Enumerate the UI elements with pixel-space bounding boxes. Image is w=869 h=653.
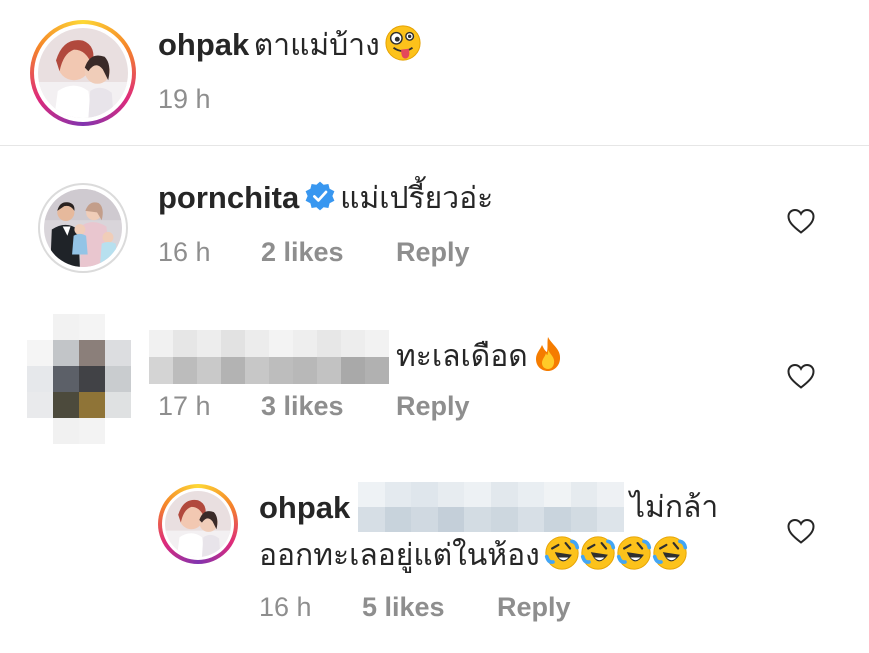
username-obscured[interactable] bbox=[149, 330, 389, 384]
timestamp: 17 h bbox=[158, 391, 211, 421]
comment-text: ทะเลเดือด bbox=[396, 340, 528, 374]
avatar-ohpak[interactable] bbox=[158, 484, 238, 564]
comment-text: ตาแม่บ้าง bbox=[253, 29, 380, 63]
reply-button[interactable]: Reply bbox=[396, 391, 470, 422]
comment-line: pornchita แม่เปรี้ยวอ่ะ bbox=[158, 178, 493, 228]
comment-text: ไม่กล้า bbox=[630, 491, 719, 524]
profile-photo bbox=[38, 28, 128, 118]
comment-line: ทะเลเดือด bbox=[396, 336, 564, 388]
reply-button[interactable]: Reply bbox=[396, 237, 470, 268]
like-heart-icon[interactable] bbox=[786, 207, 816, 235]
zany-face-emoji-icon bbox=[384, 24, 422, 78]
comment-meta: 16 h 5 likes Reply bbox=[259, 592, 571, 623]
username[interactable]: ohpak bbox=[259, 490, 350, 525]
avatar-ohpak[interactable] bbox=[30, 20, 136, 126]
profile-photo bbox=[44, 189, 122, 267]
avatar-pornchita[interactable] bbox=[38, 183, 128, 273]
comment-text: แม่เปรี้ยวอ่ะ bbox=[340, 182, 494, 215]
like-heart-icon[interactable] bbox=[786, 517, 816, 545]
profile-photo bbox=[165, 491, 231, 557]
username[interactable]: pornchita bbox=[158, 180, 299, 215]
comment-meta: 19 h bbox=[158, 84, 211, 115]
like-heart-icon[interactable] bbox=[786, 362, 816, 390]
timestamp: 19 h bbox=[158, 84, 211, 114]
comment-line: ออกทะเลอยู่แต่ในห้อง bbox=[259, 535, 688, 587]
comment-line: ohpak bbox=[259, 488, 350, 534]
divider bbox=[0, 145, 869, 146]
rofl-emoji-icon bbox=[616, 535, 652, 587]
comment-line: ohpak ตาแม่บ้าง bbox=[158, 24, 422, 78]
likes-count[interactable]: 5 likes bbox=[362, 592, 497, 623]
comment-text: ออกทะเลอยู่แต่ในห้อง bbox=[259, 539, 540, 573]
emoji-group bbox=[544, 536, 688, 570]
comment-meta: 17 h 3 likes Reply bbox=[158, 391, 470, 422]
avatar-obscured[interactable] bbox=[27, 314, 131, 444]
comment-line: ไม่กล้า bbox=[630, 488, 718, 533]
rofl-emoji-icon bbox=[544, 535, 580, 587]
mention-obscured[interactable] bbox=[358, 482, 624, 532]
timestamp: 16 h bbox=[259, 592, 312, 622]
reply-button[interactable]: Reply bbox=[497, 592, 571, 623]
fire-emoji-icon bbox=[532, 336, 564, 388]
timestamp: 16 h bbox=[158, 237, 211, 267]
username[interactable]: ohpak bbox=[158, 27, 249, 62]
likes-count[interactable]: 3 likes bbox=[261, 391, 396, 422]
rofl-emoji-icon bbox=[652, 535, 688, 587]
comment-meta: 16 h 2 likes Reply bbox=[158, 237, 470, 268]
likes-count[interactable]: 2 likes bbox=[261, 237, 396, 268]
rofl-emoji-icon bbox=[580, 535, 616, 587]
verified-badge-icon bbox=[304, 180, 336, 228]
